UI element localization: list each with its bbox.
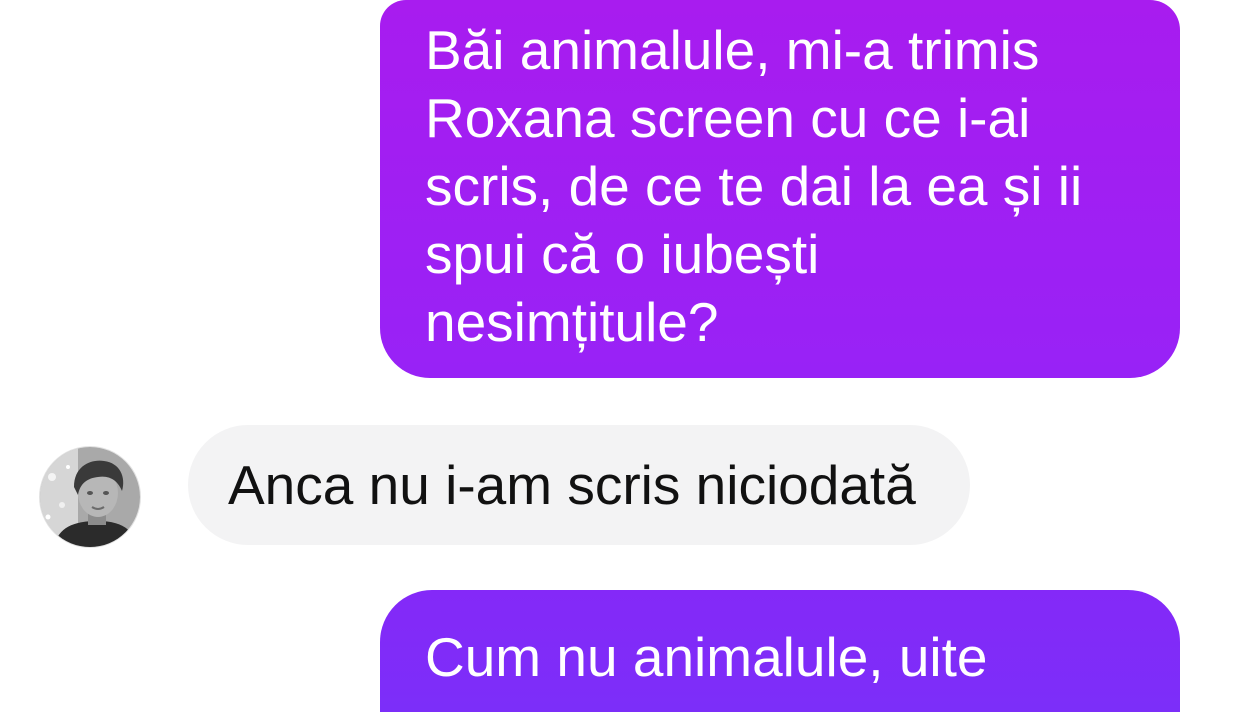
message-text-line: Roxana screen cu ce i-ai bbox=[425, 87, 1031, 149]
incoming-message-bubble[interactable]: Anca nu i-am scris niciodată bbox=[188, 425, 970, 545]
message-text-line: Anca nu i-am scris niciodată bbox=[228, 454, 916, 516]
outgoing-message-bubble[interactable]: Băi animalule, mi-a trimis Roxana screen… bbox=[380, 0, 1180, 378]
message-text-line: Cum nu animalule, uite bbox=[425, 626, 988, 688]
message-text-line: Băi animalule, mi-a trimis bbox=[425, 19, 1040, 81]
message-text-line: spui că o iubești bbox=[425, 223, 820, 285]
outgoing-message-bubble[interactable]: Cum nu animalule, uite bbox=[380, 590, 1180, 712]
avatar[interactable] bbox=[40, 447, 140, 547]
message-text-line: nesimțitule? bbox=[425, 291, 719, 353]
profile-photo-icon bbox=[40, 447, 140, 547]
chat-thread: Băi animalule, mi-a trimis Roxana screen… bbox=[0, 0, 1260, 712]
message-text-line: scris, de ce te dai la ea și ii bbox=[425, 155, 1083, 217]
